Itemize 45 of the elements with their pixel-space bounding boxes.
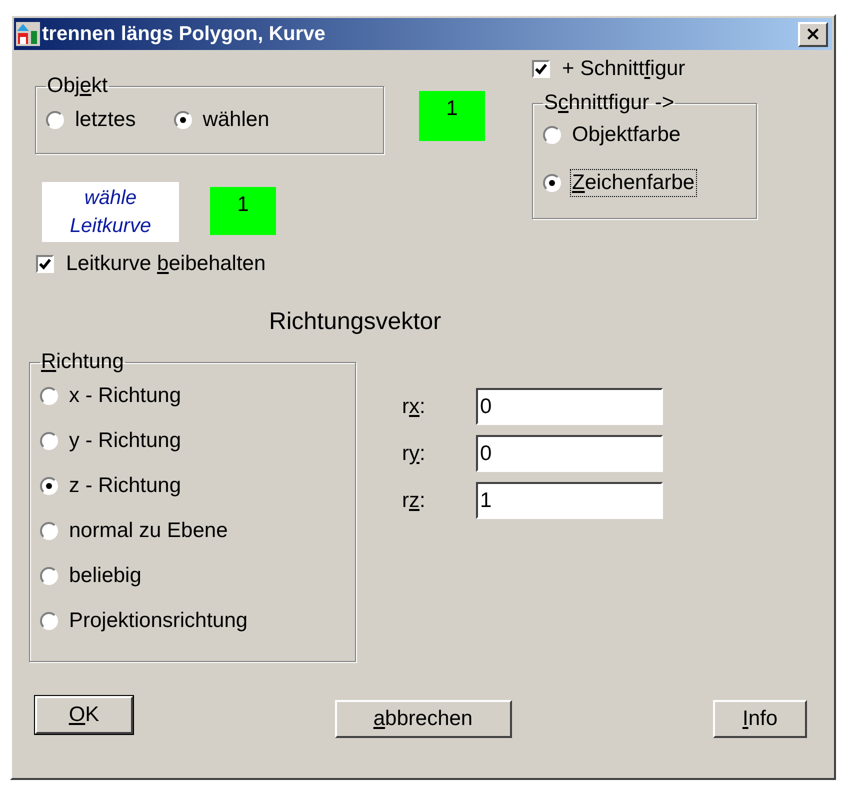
radio-button[interactable] xyxy=(40,522,58,540)
input-field[interactable]: 1 xyxy=(476,482,663,519)
dialog-button[interactable]: OK xyxy=(35,696,133,734)
radio-button[interactable] xyxy=(40,612,58,630)
field-label: rx: xyxy=(402,394,426,418)
group-label: Objekt xyxy=(46,74,109,98)
checkbox[interactable] xyxy=(532,60,550,78)
count-display: 1 xyxy=(210,187,276,235)
radio-label[interactable]: letztes xyxy=(73,106,138,134)
radio-button[interactable] xyxy=(174,111,192,129)
radio-label[interactable]: Objektfarbe xyxy=(570,121,683,149)
window-title: trennen längs Polygon, Kurve xyxy=(42,22,326,46)
prompt-text: wähle xyxy=(84,186,137,211)
checkbox-label[interactable]: Leitkurve beibehalten xyxy=(66,252,266,276)
house-icon xyxy=(16,22,40,46)
radio-button[interactable] xyxy=(543,174,561,192)
radio-label[interactable]: Projektionsrichtung xyxy=(67,607,250,635)
radio-label[interactable]: Zeichenfarbe xyxy=(570,169,697,197)
input-field[interactable]: 0 xyxy=(476,435,663,472)
checkbox-label[interactable]: + Schnittfigur xyxy=(562,57,686,81)
dialog-button[interactable]: Info xyxy=(713,700,807,738)
radio-label[interactable]: normal zu Ebene xyxy=(67,517,230,545)
field-label: rz: xyxy=(402,488,426,512)
dialog-button[interactable]: abbrechen xyxy=(334,700,512,738)
field-label: ry: xyxy=(402,442,426,466)
group-label: Schnittfigur -> xyxy=(543,91,676,115)
radio-button[interactable] xyxy=(46,111,64,129)
radio-button[interactable] xyxy=(40,387,58,405)
radio-label[interactable]: wählen xyxy=(200,106,272,134)
radio-button[interactable] xyxy=(40,432,58,450)
group-label: Richtung xyxy=(40,350,125,374)
radio-label[interactable]: y - Richtung xyxy=(67,427,184,455)
close-button[interactable] xyxy=(798,22,828,46)
section-heading: Richtungsvektor xyxy=(269,308,442,336)
count-display: 1 xyxy=(419,91,485,141)
radio-button[interactable] xyxy=(543,126,561,144)
close-icon xyxy=(807,28,819,40)
input-field[interactable]: 0 xyxy=(476,388,663,425)
prompt-text: Leitkurve xyxy=(70,214,152,239)
checkbox[interactable] xyxy=(36,255,54,273)
radio-label[interactable]: z - Richtung xyxy=(67,472,184,500)
radio-button[interactable] xyxy=(40,567,58,585)
radio-label[interactable]: beliebig xyxy=(67,562,144,590)
radio-button[interactable] xyxy=(40,477,58,495)
radio-label[interactable]: x - Richtung xyxy=(67,382,184,410)
